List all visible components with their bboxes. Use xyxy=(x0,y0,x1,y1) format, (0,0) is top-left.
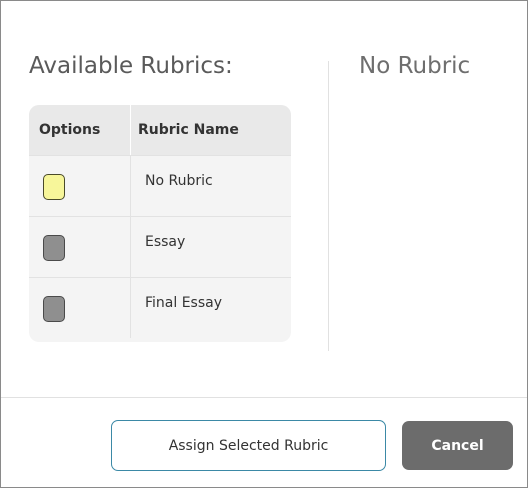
rubric-name-cell: No Rubric xyxy=(130,156,291,216)
rubric-name-cell: Essay xyxy=(130,217,291,277)
rubric-option-swatch[interactable] xyxy=(43,296,65,322)
vertical-divider xyxy=(328,61,329,351)
table-row[interactable]: No Rubric xyxy=(29,155,291,216)
table-header: Options Rubric Name xyxy=(29,105,291,155)
assign-rubric-dialog: Available Rubrics: No Rubric Options Rub… xyxy=(0,0,528,488)
rubric-name-header: Rubric Name xyxy=(130,105,239,155)
rubric-option-swatch[interactable] xyxy=(43,235,65,261)
selected-rubric-preview-title: No Rubric xyxy=(359,53,471,79)
rubric-table: Options Rubric Name No Rubric Essay Fina… xyxy=(29,105,291,342)
rubric-option-swatch-selected[interactable] xyxy=(43,174,65,200)
available-rubrics-title: Available Rubrics: xyxy=(29,53,233,79)
table-row[interactable]: Essay xyxy=(29,216,291,277)
table-row[interactable]: Final Essay xyxy=(29,277,291,338)
rubric-name-cell: Final Essay xyxy=(130,278,291,338)
footer-divider xyxy=(1,397,527,398)
cancel-button[interactable]: Cancel xyxy=(402,421,513,470)
options-header: Options xyxy=(39,122,101,138)
assign-selected-rubric-button[interactable]: Assign Selected Rubric xyxy=(111,420,386,471)
options-cell xyxy=(29,217,130,277)
options-cell xyxy=(29,278,130,338)
options-cell xyxy=(29,156,130,216)
